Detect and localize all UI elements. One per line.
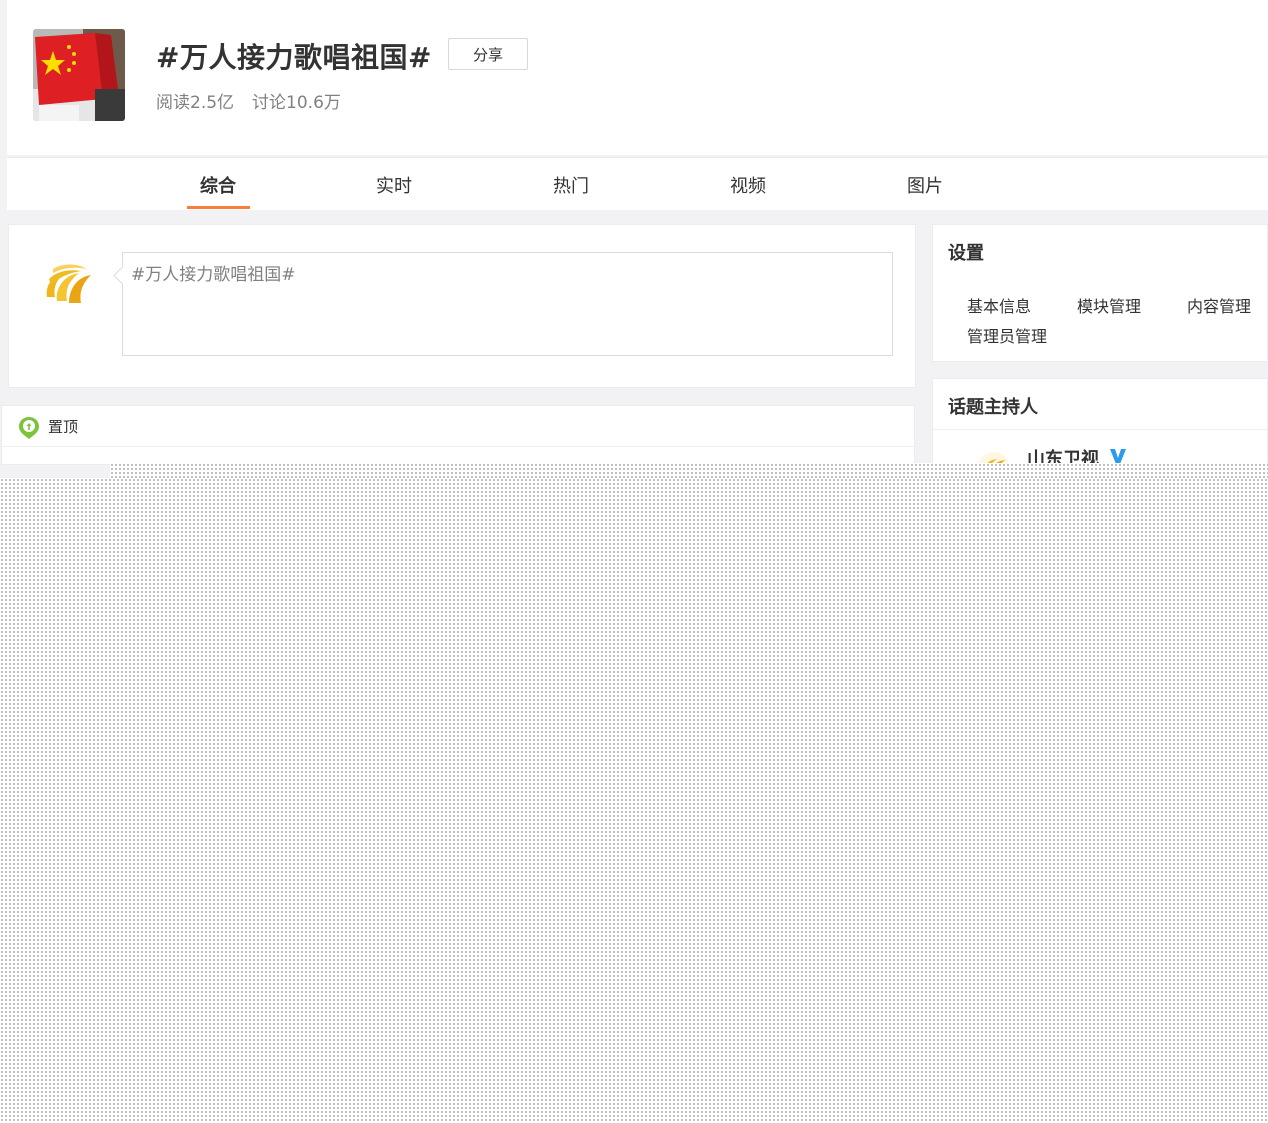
pinned-section: 置顶 bbox=[1, 405, 915, 465]
topic-host-panel: 话题主持人 山东卫视 bbox=[932, 378, 1268, 468]
topic-header bbox=[7, 0, 1268, 155]
tab-bar: 综合 实时 热门 视频 图片 bbox=[7, 157, 1268, 210]
share-button[interactable]: 分享 bbox=[448, 38, 528, 70]
read-count: 阅读2.5亿 bbox=[156, 93, 235, 113]
active-tab-indicator bbox=[187, 206, 250, 209]
settings-panel: 设置 基本信息 模块管理 内容管理 管理员管理 bbox=[932, 224, 1268, 362]
flag-photo-icon bbox=[33, 29, 125, 121]
host-panel-title: 话题主持人 bbox=[948, 397, 1038, 418]
topic-title: #万人接力歌唱祖国# bbox=[156, 41, 432, 74]
topic-stats: 阅读2.5亿 讨论10.6万 bbox=[156, 88, 341, 113]
tab-video[interactable]: 视频 bbox=[730, 172, 766, 198]
tab-realtime[interactable]: 实时 bbox=[376, 172, 412, 198]
settings-admin-manage-link[interactable]: 管理员管理 bbox=[967, 323, 1047, 347]
divider bbox=[933, 429, 1267, 430]
pin-icon bbox=[19, 417, 39, 439]
unloaded-content-placeholder bbox=[110, 463, 1268, 478]
post-input[interactable]: #万人接力歌唱祖国# bbox=[122, 252, 893, 356]
tab-pictures[interactable]: 图片 bbox=[907, 172, 943, 198]
settings-basic-info-link[interactable]: 基本信息 bbox=[967, 293, 1031, 317]
settings-content-manage-link[interactable]: 内容管理 bbox=[1187, 293, 1251, 317]
post-composer: #万人接力歌唱祖国# bbox=[8, 224, 916, 388]
tab-comprehensive[interactable]: 综合 bbox=[200, 172, 236, 198]
topic-cover-image bbox=[33, 29, 125, 121]
discussion-count: 讨论10.6万 bbox=[252, 93, 341, 113]
settings-module-manage-link[interactable]: 模块管理 bbox=[1077, 293, 1141, 317]
settings-title: 设置 bbox=[948, 243, 984, 264]
tab-hot[interactable]: 热门 bbox=[553, 172, 589, 198]
unloaded-content-area bbox=[0, 478, 1268, 1123]
user-avatar-logo-icon bbox=[46, 264, 91, 303]
pinned-label: 置顶 bbox=[48, 418, 79, 436]
pinned-header: 置顶 bbox=[2, 406, 914, 447]
